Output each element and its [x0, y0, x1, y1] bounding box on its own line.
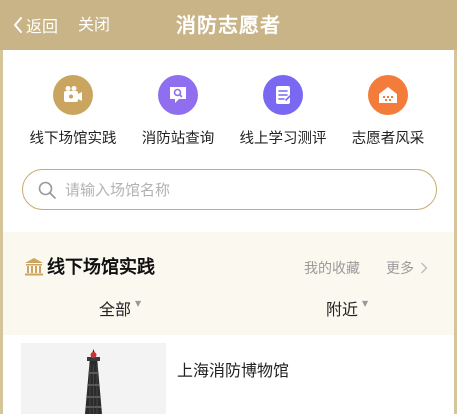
section-header: 线下场馆实践: [23, 253, 155, 279]
filter-all-dropdown[interactable]: 全部 ▼: [99, 296, 141, 320]
house-icon: [368, 75, 408, 115]
entry-fire-station-query[interactable]: 消防站查询: [123, 75, 233, 148]
my-favorites-link[interactable]: 我的收藏: [304, 258, 360, 278]
caret-down-icon: ▼: [362, 299, 369, 308]
museum-icon: [25, 258, 43, 276]
filter-label: 全部: [99, 300, 132, 319]
app-header: 返回 关闭 消防志愿者: [0, 0, 457, 50]
caret-down-icon: ▼: [135, 299, 142, 308]
search-input[interactable]: [65, 180, 405, 199]
more-link[interactable]: 更多: [386, 258, 428, 278]
venue-image: [21, 343, 166, 414]
venue-card[interactable]: 上海消防博物馆: [3, 335, 454, 414]
entry-label: 线上学习测评: [239, 131, 327, 147]
checklist-icon: [263, 75, 303, 115]
search-icon: [38, 181, 56, 199]
filter-nearby-dropdown[interactable]: 附近 ▼: [326, 296, 368, 320]
entry-label: 线下场馆实践: [29, 131, 117, 147]
entry-volunteer-showcase[interactable]: 志愿者风采: [333, 75, 443, 148]
entry-offline-venue[interactable]: 线下场馆实践: [18, 75, 128, 148]
camera-icon: [53, 75, 93, 115]
venue-name: 上海消防博物馆: [177, 361, 290, 380]
filter-label: 附近: [326, 300, 359, 319]
entry-label: 志愿者风采: [351, 131, 425, 147]
quick-entry-grid: 线下场馆实践 消防站查询 线上学习测评 志愿者风采: [3, 50, 454, 160]
entry-online-learning[interactable]: 线上学习测评: [228, 75, 338, 148]
chevron-right-icon: [421, 262, 428, 274]
search-bar: [22, 169, 437, 210]
section-title: 线下场馆实践: [47, 257, 155, 278]
page-title: 消防志愿者: [176, 13, 281, 37]
search-chat-icon: [158, 75, 198, 115]
more-label: 更多: [386, 261, 414, 277]
entry-label: 消防站查询: [141, 131, 215, 147]
